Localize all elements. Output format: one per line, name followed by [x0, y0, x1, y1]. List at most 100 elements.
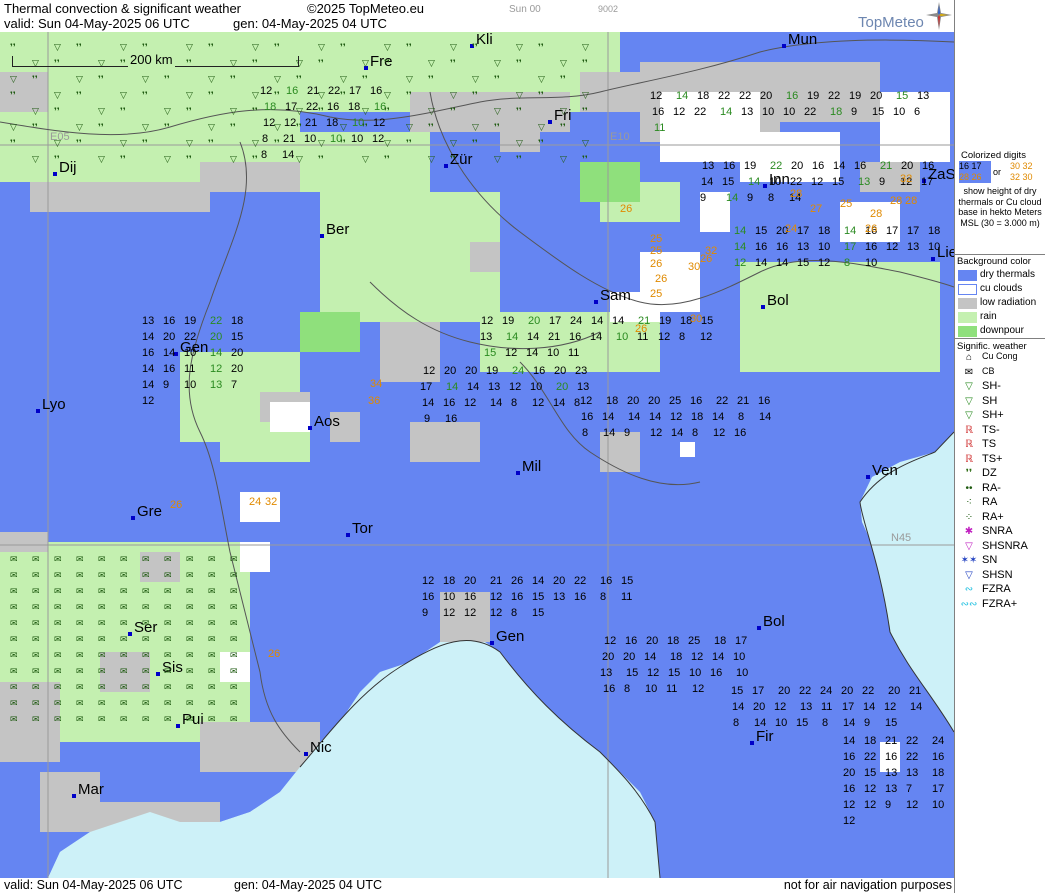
thermal-value: 14 [644, 651, 656, 663]
cb-icon: ✉ [120, 650, 128, 660]
thermal-value: 12 [774, 701, 786, 713]
thermal-value: 10 [304, 133, 316, 145]
city-marker [548, 120, 552, 124]
shower-icon: ▽ [494, 154, 501, 164]
drizzle-icon: ❜❜ [450, 154, 456, 164]
cb-icon: ✉ [142, 698, 150, 708]
thunderstorm-heavy-icon: ℝ [965, 453, 973, 465]
drizzle-icon: ❜❜ [54, 106, 60, 116]
cb-icon: ✉ [186, 698, 194, 708]
thermal-value: 10 [818, 241, 830, 253]
thermal-value: 16 [581, 411, 593, 423]
topmeteo-logo[interactable]: TopMeteo [858, 14, 924, 31]
drizzle-icon: ❜❜ [76, 42, 82, 52]
drizzle-icon: ❜❜ [10, 138, 16, 148]
cb-icon: ✉ [230, 682, 238, 692]
map-canvas[interactable]: Kli MunFreFriDij ZürInn ZaSBerLieSam BolGenL… [0, 32, 954, 878]
thermal-value: 14 [603, 427, 615, 439]
cb-icon: ✉ [32, 650, 40, 660]
generated-time: gen: 04-May-2025 04 UTC [233, 16, 387, 31]
drizzle-icon: ❜❜ [516, 58, 522, 68]
thermal-value: 24 [820, 685, 832, 697]
thermal-value: 8 [624, 683, 630, 695]
footer-bar: valid: Sun 04-May-2025 06 UTC gen: 04-Ma… [0, 878, 954, 893]
cb-icon: ✉ [54, 618, 62, 628]
thermal-value: 10 [547, 347, 559, 359]
thermal-value: 20 [753, 701, 765, 713]
city-label: Mar [78, 781, 104, 798]
cu-base-value: 25 [840, 198, 852, 210]
cb-icon: ✉ [208, 586, 216, 596]
shower-icon: ▽ [120, 138, 127, 148]
thermal-value: 16 [723, 160, 735, 172]
thermal-value: 16 [603, 683, 615, 695]
digit-sample-or: or [993, 167, 1002, 177]
thermal-value: 9 [163, 379, 169, 391]
thermal-value: 8 [733, 717, 739, 729]
drizzle-icon: ❜❜ [538, 90, 544, 100]
city-marker [866, 475, 870, 479]
thermal-value: 14 [776, 257, 788, 269]
cb-icon: ✉ [76, 618, 84, 628]
thermal-value: 22 [799, 685, 811, 697]
cb-icon: ✉ [142, 634, 150, 644]
thermal-value: 17 [549, 315, 561, 327]
thermal-value: 18 [443, 575, 455, 587]
thermal-value: 22 [770, 160, 782, 172]
cu-base-value: 26 [650, 258, 662, 270]
city-label: Mun [788, 32, 817, 48]
thermal-value: 25 [669, 395, 681, 407]
cb-icon: ✉ [208, 618, 216, 628]
thermal-value: 16 [600, 575, 612, 587]
thermal-value: 14 [628, 411, 640, 423]
thermal-value: 20 [841, 685, 853, 697]
city-label: Gre [137, 503, 162, 520]
thermal-value: 15 [832, 176, 844, 188]
shower-icon: ▽ [538, 74, 545, 84]
cb-icon: ✉ [76, 634, 84, 644]
drizzle-icon: ❜❜ [76, 90, 82, 100]
thermal-value: 15 [885, 717, 897, 729]
shower-icon: ▽ [164, 154, 171, 164]
cb-icon: ✉ [98, 698, 106, 708]
cb-icon: ✉ [76, 554, 84, 564]
thermal-value: 17 [842, 701, 854, 713]
drizzle-icon: ❜❜ [362, 122, 368, 132]
drizzle-icon: ❜❜ [340, 42, 346, 52]
cb-icon: ✉ [186, 714, 194, 724]
thermal-value: 12 [650, 427, 662, 439]
cb-icon: ✉ [54, 698, 62, 708]
cb-icon: ✉ [208, 634, 216, 644]
drizzle-icon: ❜❜ [274, 42, 280, 52]
thermal-value: 7 [906, 783, 912, 795]
thermal-value: 18 [830, 106, 842, 118]
drizzle-icon: ❜❜ [406, 42, 412, 52]
thermal-value: 20 [791, 160, 803, 172]
shower-icon: ▽ [296, 106, 303, 116]
shower-icon: ▽ [318, 42, 325, 52]
weather-label: TS- [982, 423, 1000, 436]
drizzle-icon: ❜❜ [582, 58, 588, 68]
rain-light-icon: •• [965, 482, 973, 494]
cu-base-value: 26 [655, 273, 667, 285]
cb-icon: ✉ [98, 650, 106, 660]
cb-icon: ✉ [186, 618, 194, 628]
city-label: Sam [600, 287, 631, 304]
thermal-value: 11 [821, 701, 832, 713]
city-label: Mil [522, 458, 541, 475]
thermal-value: 13 [907, 241, 919, 253]
city-marker [304, 752, 308, 756]
cb-icon: ✉ [142, 602, 150, 612]
thermal-value: 14 [843, 735, 855, 747]
thermal-value: 10 [736, 667, 748, 679]
weather-map[interactable]: Kli Mun Fre Fri Dij Zür Inn ZaS Ber Lie Sam Bol Gen L… [0, 32, 954, 878]
shower-icon: ▽ [450, 138, 457, 148]
thermal-value: 17 [886, 225, 898, 237]
drizzle-icon: ❜❜ [142, 42, 148, 52]
thermal-value: 10 [932, 799, 944, 811]
thermal-value: 12 [864, 783, 876, 795]
thermal-value: 19 [659, 315, 671, 327]
drizzle-icon: ❜❜ [538, 138, 544, 148]
cb-icon: ✉ [10, 586, 18, 596]
thermal-value: 20 [870, 90, 882, 102]
